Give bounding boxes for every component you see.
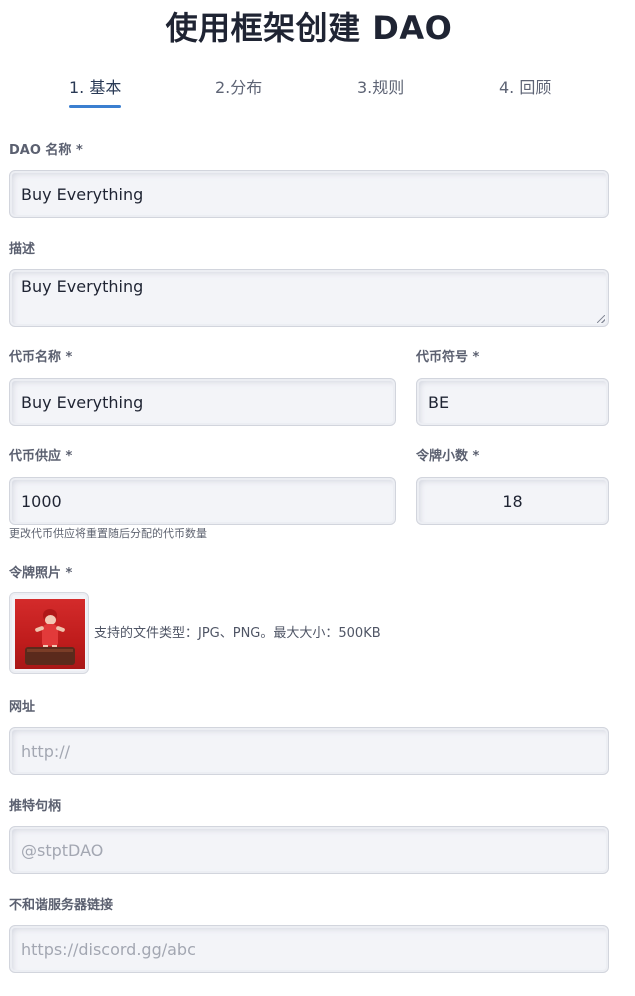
page-title: 使用框架创建 DAO (165, 9, 453, 47)
tab-rules[interactable]: 3.规则 (357, 78, 404, 98)
token-photo-image (15, 599, 85, 669)
resize-grip-icon[interactable] (597, 315, 605, 323)
token-decimals-label: 令牌小数 * (416, 449, 480, 464)
create-dao-page: 使用框架创建 DAO 1. 基本 2.分布 3.规则 4. 回顾 DAO 名称 … (0, 0, 635, 996)
token-photo-label: 令牌照片 * (9, 566, 73, 581)
description-label: 描述 (9, 242, 36, 257)
website-input[interactable] (10, 728, 608, 774)
twitter-label: 推特句柄 (9, 799, 62, 814)
token-decimals-field-frame (416, 477, 609, 525)
website-label: 网址 (9, 700, 36, 715)
token-supply-field-frame (9, 477, 396, 525)
token-name-field-frame (9, 378, 396, 426)
tab-distribution[interactable]: 2.分布 (215, 78, 262, 98)
twitter-field-frame (9, 826, 609, 874)
discord-input[interactable] (10, 926, 608, 972)
token-supply-label: 代币供应 * (9, 449, 73, 464)
dao-name-field-frame (9, 170, 609, 218)
discord-field-frame (9, 925, 609, 973)
token-photo-upload[interactable] (9, 592, 89, 674)
tab-basic[interactable]: 1. 基本 (69, 78, 122, 108)
photo-support-text: 支持的文件类型：JPG、PNG。最大大小：500KB (94, 626, 381, 641)
tab-review[interactable]: 4. 回顾 (499, 78, 551, 98)
twitter-input[interactable] (10, 827, 608, 873)
token-supply-hint: 更改代币供应将重置随后分配的代币数量 (9, 527, 207, 540)
token-symbol-input[interactable] (417, 379, 608, 425)
token-supply-input[interactable] (10, 478, 395, 524)
description-textarea[interactable]: Buy Everything (10, 270, 608, 326)
token-symbol-label: 代币符号 * (416, 350, 480, 365)
discord-label: 不和谐服务器链接 (9, 898, 114, 913)
description-field-frame: Buy Everything (9, 269, 609, 327)
dao-name-input[interactable] (10, 171, 608, 217)
step-tabs: 1. 基本 2.分布 3.规则 4. 回顾 (0, 78, 635, 110)
website-field-frame (9, 727, 609, 775)
dao-name-label: DAO 名称 * (9, 143, 83, 158)
token-symbol-field-frame (416, 378, 609, 426)
token-name-label: 代币名称 * (9, 350, 73, 365)
token-name-input[interactable] (10, 379, 395, 425)
token-decimals-input[interactable] (417, 478, 608, 524)
